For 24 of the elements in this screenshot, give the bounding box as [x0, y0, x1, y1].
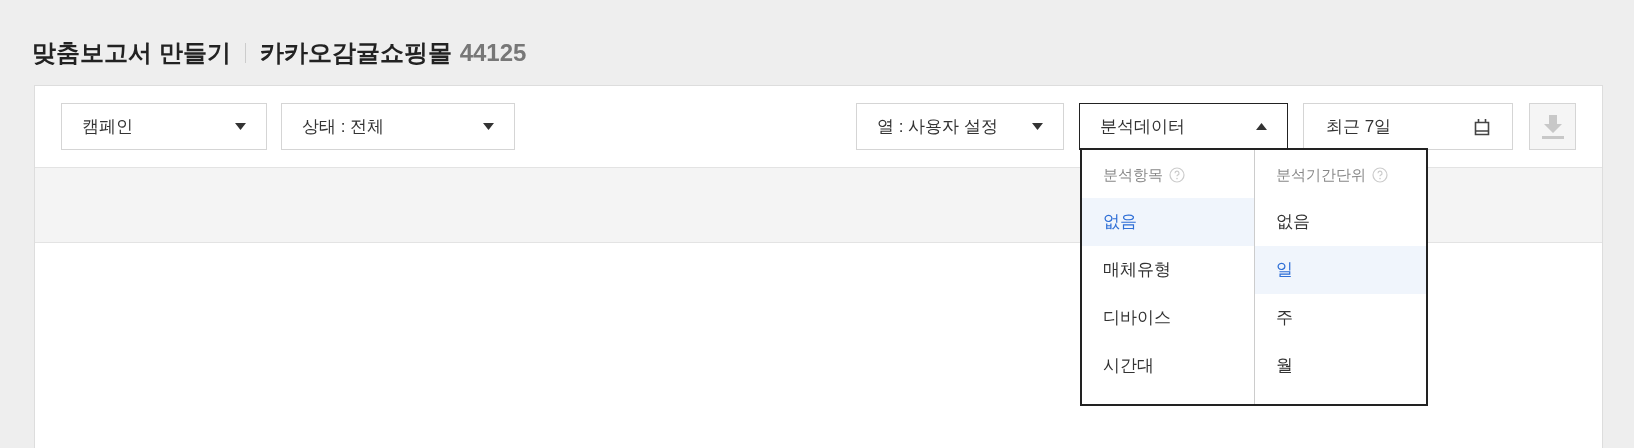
menu-option[interactable]: 없음	[1255, 198, 1426, 246]
menu-option[interactable]: 주	[1255, 294, 1426, 342]
help-icon	[1372, 167, 1388, 183]
help-icon	[1169, 167, 1185, 183]
menu-option[interactable]: 월	[1255, 342, 1426, 390]
column-dropdown[interactable]: 열 : 사용자 설정	[856, 103, 1064, 150]
account-name: 카카오감귤쇼핑몰	[259, 38, 452, 68]
status-dropdown[interactable]: 상태 : 전체	[281, 103, 515, 150]
menu-option[interactable]: 매체유형	[1082, 246, 1254, 294]
caret-icon	[1256, 123, 1267, 130]
menu-option[interactable]: 디바이스	[1082, 294, 1254, 342]
campaign-dropdown[interactable]: 캠페인	[61, 103, 267, 150]
calendar-icon	[1474, 117, 1490, 136]
caret-icon	[235, 123, 246, 130]
menu-heading: 분석항목	[1103, 164, 1163, 185]
caret-icon	[483, 123, 494, 130]
menu-heading: 분석기간단위	[1276, 164, 1366, 185]
menu-option[interactable]: 시간대	[1082, 342, 1254, 390]
menu-option[interactable]: 없음	[1082, 198, 1254, 246]
caret-icon	[1032, 123, 1043, 130]
account-id: 44125	[459, 38, 527, 68]
page-title: 맞춤보고서 만들기	[32, 38, 231, 68]
menu-option[interactable]: 일	[1255, 246, 1426, 294]
download-icon	[1541, 114, 1564, 139]
